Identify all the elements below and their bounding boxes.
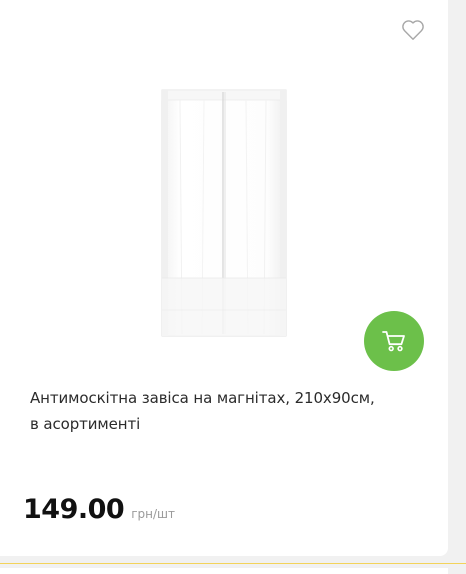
price-row: 149.00 грн/шт xyxy=(23,494,175,525)
product-title-line1: Антимоскітна завіса на магнітах, 210х90с… xyxy=(30,389,375,407)
next-product-card xyxy=(0,568,448,574)
mosquito-curtain-image xyxy=(161,89,287,337)
product-image[interactable] xyxy=(160,88,288,338)
shopping-cart-icon xyxy=(382,331,405,352)
product-card[interactable]: Антимоскітна завіса на магнітах, 210х90с… xyxy=(0,0,448,556)
product-price: 149.00 xyxy=(23,494,125,525)
heart-icon xyxy=(402,20,424,40)
price-unit: грн/шт xyxy=(131,507,175,521)
accent-divider xyxy=(0,563,466,564)
wishlist-button[interactable] xyxy=(401,19,425,41)
add-to-cart-button[interactable] xyxy=(364,311,424,371)
product-title-line2: в асортименті xyxy=(30,415,141,433)
page: Антимоскітна завіса на магнітах, 210х90с… xyxy=(0,0,466,574)
product-title[interactable]: Антимоскітна завіса на магнітах, 210х90с… xyxy=(30,385,420,437)
